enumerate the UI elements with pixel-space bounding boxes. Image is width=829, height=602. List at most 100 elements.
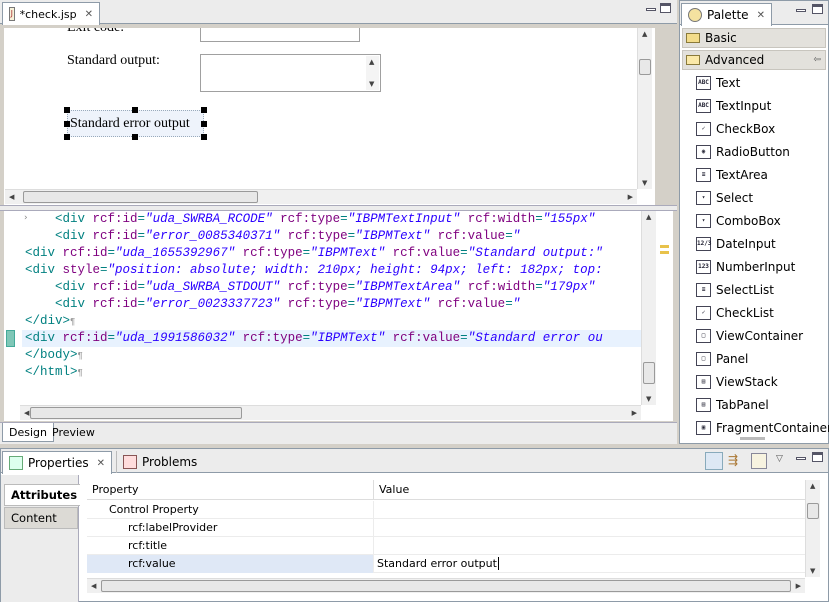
resize-handle[interactable] (132, 107, 138, 113)
palette-item-numberinput[interactable]: 123 NumberInput (696, 256, 795, 278)
palette-item-viewstack[interactable]: ▤ ViewStack (696, 371, 778, 393)
palette-item-combobox[interactable]: ▾ ComboBox (696, 210, 781, 232)
palette-item-viewcontainer[interactable]: □ ViewContainer (696, 325, 803, 347)
property-name: rcf:labelProvider (128, 521, 218, 534)
editor-tab-check-jsp[interactable]: J *check.jsp ✕ (2, 2, 100, 25)
properties-horizontal-scrollbar[interactable]: ◀ ▶ (87, 578, 805, 593)
source-editor[interactable]: › <div rcf:id="uda_SWRBA_RCODE" rcf:type… (4, 211, 655, 421)
scroll-left-icon[interactable]: ◀ (9, 193, 14, 201)
resize-handle[interactable] (132, 134, 138, 140)
palette-item-tabpanel[interactable]: ▤ TabPanel (696, 394, 769, 416)
palette-item-selectlist[interactable]: ≡ SelectList (696, 279, 774, 301)
scroll-thumb[interactable] (639, 59, 651, 75)
scroll-up-icon[interactable]: ▲ (810, 482, 815, 490)
side-tab-attributes[interactable]: Attributes (4, 484, 80, 506)
palette-group-advanced[interactable]: Advanced ⇦ (682, 50, 826, 70)
minimize-icon[interactable] (796, 457, 806, 460)
palette-item-checkbox[interactable]: ✓ CheckBox (696, 118, 775, 140)
tab-preview[interactable]: Preview (46, 423, 101, 442)
maximize-icon[interactable] (812, 4, 823, 14)
scroll-right-icon[interactable]: ▶ (628, 193, 633, 201)
minimize-icon[interactable] (796, 9, 806, 12)
palette-item-dateinput[interactable]: 12/3 DateInput (696, 233, 776, 255)
warning-marker[interactable] (660, 245, 669, 248)
exit-code-input[interactable] (200, 28, 360, 42)
property-value-input[interactable]: Standard error output (377, 557, 499, 570)
source-line[interactable]: <div rcf:id="error_0023337723" rcf:type=… (25, 296, 603, 313)
palette-item-fragmentcontainer[interactable]: ▣ FragmentContainer (696, 417, 829, 439)
scroll-thumb[interactable] (807, 503, 819, 519)
minimize-icon[interactable] (646, 8, 656, 11)
scroll-right-icon[interactable]: ▶ (796, 582, 801, 590)
scroll-thumb[interactable] (30, 407, 242, 419)
palette-item-select[interactable]: ▾ Select (696, 187, 753, 209)
properties-vertical-scrollbar[interactable]: ▲ ▼ (805, 480, 820, 577)
scroll-thumb[interactable] (23, 191, 258, 203)
maximize-icon[interactable] (812, 452, 823, 462)
scroll-down-icon[interactable]: ▼ (810, 567, 815, 575)
source-line[interactable]: <div rcf:id="uda_SWRBA_STDOUT" rcf:type=… (25, 279, 603, 296)
scroll-down-icon[interactable]: ▼ (642, 179, 647, 187)
scroll-thumb[interactable] (101, 580, 791, 592)
palette-item-textinput[interactable]: ABC TextInput (696, 95, 771, 117)
column-header-value[interactable]: Value (374, 480, 409, 499)
design-vertical-scrollbar[interactable]: ▲ ▼ (637, 28, 652, 189)
resize-handle[interactable] (201, 134, 207, 140)
resize-handle[interactable] (201, 107, 207, 113)
resize-handle[interactable] (64, 107, 70, 113)
side-tab-content[interactable]: Content (4, 507, 78, 529)
palette-item-checklist[interactable]: ✓ CheckList (696, 302, 774, 324)
source-line[interactable]: <div rcf:id="uda_SWRBA_RCODE" rcf:type="… (25, 211, 603, 228)
scroll-up-icon[interactable]: ▲ (646, 213, 651, 221)
stdout-textarea[interactable]: ▲ ▼ (200, 54, 381, 92)
scroll-right-icon[interactable]: ▶ (632, 409, 637, 417)
properties-tab[interactable]: Properties ✕ (2, 451, 113, 474)
design-canvas[interactable]: Exit code: Standard output: ▲ ▼ Standard… (4, 28, 655, 206)
filter-icon[interactable]: ⇶ (728, 453, 744, 469)
source-line[interactable]: <div style="position: absolute; width: 2… (25, 262, 603, 279)
problems-tab[interactable]: Problems (116, 451, 203, 473)
source-horizontal-scrollbar[interactable]: ◀ ▶ (20, 405, 641, 420)
scroll-up-icon[interactable]: ▲ (369, 58, 374, 66)
palette-item-text[interactable]: ABC Text (696, 72, 740, 94)
palette-item-textarea[interactable]: ≡ TextArea (696, 164, 768, 186)
source-line[interactable]: </body>¶ (25, 347, 603, 364)
property-row[interactable]: rcf:labelProvider (87, 518, 805, 537)
palette-group-basic[interactable]: Basic (682, 28, 826, 48)
palette-item-panel[interactable]: □ Panel (696, 348, 748, 370)
source-line[interactable]: <div rcf:id="uda_1991586032" rcf:type="I… (25, 330, 603, 347)
resize-handle[interactable] (64, 121, 70, 127)
maximize-icon[interactable] (660, 3, 671, 13)
source-line[interactable]: </html>¶ (25, 364, 603, 381)
resize-handle[interactable] (201, 121, 207, 127)
close-icon[interactable]: ✕ (757, 10, 765, 21)
restore-default-icon[interactable] (751, 453, 767, 469)
source-line[interactable]: </div>¶ (25, 313, 603, 330)
stderr-text-selected[interactable]: Standard error output (67, 110, 204, 137)
palette-item-radiobutton[interactable]: ◉ RadioButton (696, 141, 790, 163)
source-code-lines[interactable]: <div rcf:id="uda_SWRBA_RCODE" rcf:type="… (25, 211, 603, 381)
scroll-left-icon[interactable]: ◀ (91, 582, 96, 590)
collapse-icon[interactable]: ⇦ (813, 55, 821, 65)
property-row[interactable]: rcf:title (87, 536, 805, 555)
scroll-thumb[interactable] (643, 362, 655, 384)
resize-handle[interactable] (64, 134, 70, 140)
warning-marker[interactable] (660, 251, 669, 254)
scroll-left-icon[interactable]: ◀ (24, 409, 29, 417)
view-menu-icon[interactable]: ▽ (776, 454, 783, 464)
palette-scroll-indicator[interactable] (740, 437, 765, 440)
property-row[interactable]: Control Property (87, 500, 805, 519)
close-icon[interactable]: ✕ (85, 9, 93, 20)
palette-tab[interactable]: Palette ✕ (681, 3, 772, 26)
close-icon[interactable]: ✕ (97, 458, 105, 469)
scroll-down-icon[interactable]: ▼ (369, 80, 374, 88)
source-line[interactable]: <div rcf:id="uda_1655392967" rcf:type="I… (25, 245, 603, 262)
scroll-up-icon[interactable]: ▲ (642, 30, 647, 38)
property-row[interactable]: rcf:value Standard error output (87, 554, 805, 573)
source-vertical-scrollbar[interactable]: ▲ ▼ (641, 211, 656, 405)
scroll-down-icon[interactable]: ▼ (646, 395, 651, 403)
design-horizontal-scrollbar[interactable]: ◀ ▶ (5, 189, 637, 204)
source-line[interactable]: <div rcf:id="error_0085340371" rcf:type=… (25, 228, 603, 245)
categories-icon[interactable] (705, 452, 723, 470)
column-header-property[interactable]: Property (87, 480, 374, 499)
